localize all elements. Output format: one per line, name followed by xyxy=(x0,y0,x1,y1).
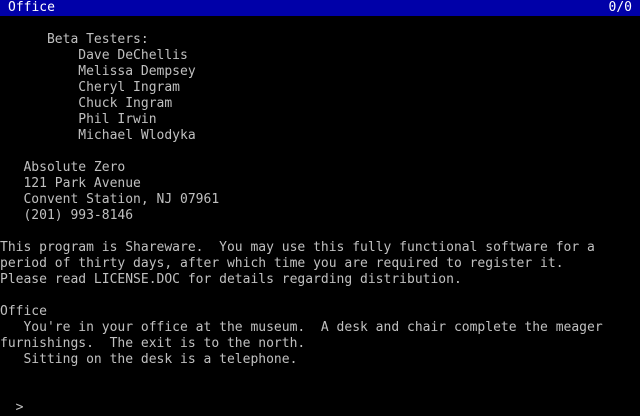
shareware-notice-line: This program is Shareware. You may use t… xyxy=(0,240,595,255)
room-description-line: furnishings. The exit is to the north. xyxy=(0,336,306,351)
room-title: Office xyxy=(0,304,47,319)
command-prompt-line[interactable]: > xyxy=(0,384,640,415)
room-description-line: You're in your office at the museum. A d… xyxy=(0,320,603,335)
game-text-output: Beta Testers: Dave DeChellis Melissa Dem… xyxy=(0,32,640,368)
shareware-notice-line: Please read LICENSE.DOC for details rega… xyxy=(0,272,462,287)
room-description-line: Sitting on the desk is a telephone. xyxy=(0,352,298,367)
status-room-name: Office xyxy=(8,0,55,15)
tester-name: Michael Wlodyka xyxy=(0,128,196,143)
tester-name: Chuck Ingram xyxy=(0,96,173,111)
address-line: (201) 993-8146 xyxy=(0,208,134,223)
status-bar: Office 0/0 xyxy=(0,0,640,16)
credits-heading: Beta Testers: xyxy=(0,32,149,47)
address-line: Convent Station, NJ 07961 xyxy=(0,192,220,207)
address-line: 121 Park Avenue xyxy=(0,176,141,191)
address-line: Absolute Zero xyxy=(0,160,126,175)
command-input[interactable] xyxy=(23,401,623,415)
tester-name: Dave DeChellis xyxy=(0,48,188,63)
prompt-symbol: > xyxy=(15,400,24,415)
tester-name: Melissa Dempsey xyxy=(0,64,196,79)
status-score: 0/0 xyxy=(608,0,632,15)
tester-name: Cheryl Ingram xyxy=(0,80,181,95)
shareware-notice-line: period of thirty days, after which time … xyxy=(0,256,564,271)
tester-name: Phil Irwin xyxy=(0,112,157,127)
